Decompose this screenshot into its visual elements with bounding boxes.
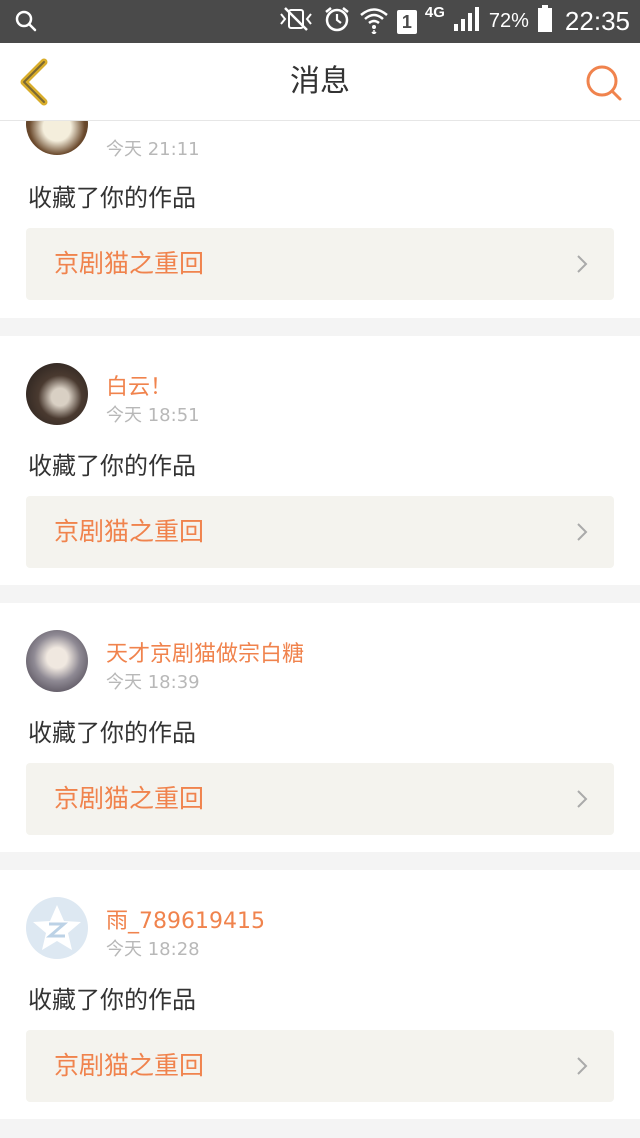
username[interactable]: 雨_789619415 [106, 903, 265, 935]
app-header: 消息 [0, 43, 640, 121]
page-title: 消息 [290, 64, 350, 99]
message-text: 收藏了你的作品 [28, 184, 196, 212]
avatar[interactable] [26, 363, 88, 425]
signal-icon [453, 6, 481, 37]
timestamp: 今天 21:11 [106, 139, 200, 160]
vibrate-muted-icon [277, 6, 315, 37]
timestamp: 今天 18:39 [106, 672, 200, 693]
chevron-right-icon [577, 790, 588, 808]
message-text: 收藏了你的作品 [28, 452, 196, 480]
search-icon [586, 65, 622, 101]
chevron-right-icon [577, 523, 588, 541]
search-button[interactable] [584, 63, 624, 103]
list-item: 雨_789619415 今天 18:28 收藏了你的作品 京剧猫之重回 [0, 870, 640, 1119]
message-text: 收藏了你的作品 [28, 719, 196, 747]
network-type: 4G [424, 4, 445, 21]
list-item: 天才京剧猫做宗白糖 今天 18:39 收藏了你的作品 京剧猫之重回 [0, 603, 640, 852]
battery-percent: 72% [488, 10, 529, 32]
work-link[interactable]: 京剧猫之重回 [26, 228, 614, 300]
clock: 22:35 [564, 6, 630, 36]
list-item: 白云！ 今天 18:51 收藏了你的作品 京剧猫之重回 [0, 336, 640, 585]
message-text: 收藏了你的作品 [28, 986, 196, 1014]
sim-card-icon: 1 [396, 9, 417, 34]
avatar[interactable] [26, 121, 88, 155]
work-title: 京剧猫之重回 [54, 1051, 205, 1080]
username[interactable]: 白云！ [106, 369, 172, 401]
avatar[interactable] [26, 630, 88, 692]
work-link[interactable]: 京剧猫之重回 [26, 1030, 614, 1102]
chevron-right-icon [577, 1057, 588, 1075]
wifi-icon [359, 4, 389, 39]
work-link[interactable]: 京剧猫之重回 [26, 763, 614, 835]
list-item: 今天 21:11 收藏了你的作品 京剧猫之重回 [0, 121, 640, 318]
alarm-icon [323, 5, 351, 38]
work-title: 京剧猫之重回 [54, 517, 205, 546]
search-icon [14, 9, 38, 38]
work-link[interactable]: 京剧猫之重回 [26, 496, 614, 568]
avatar[interactable] [26, 897, 88, 959]
work-title: 京剧猫之重回 [54, 249, 205, 278]
timestamp: 今天 18:28 [106, 939, 200, 960]
default-avatar-icon [33, 905, 81, 950]
message-list[interactable]: 今天 21:11 收藏了你的作品 京剧猫之重回 白云！ 今天 18:51 收藏了… [0, 121, 640, 1138]
username[interactable]: 天才京剧猫做宗白糖 [106, 636, 304, 668]
status-bar: 1 4G 72% 22:35 [0, 0, 640, 43]
battery-icon [537, 5, 553, 38]
work-title: 京剧猫之重回 [54, 784, 205, 813]
timestamp: 今天 18:51 [106, 405, 200, 426]
chevron-right-icon [577, 255, 588, 273]
